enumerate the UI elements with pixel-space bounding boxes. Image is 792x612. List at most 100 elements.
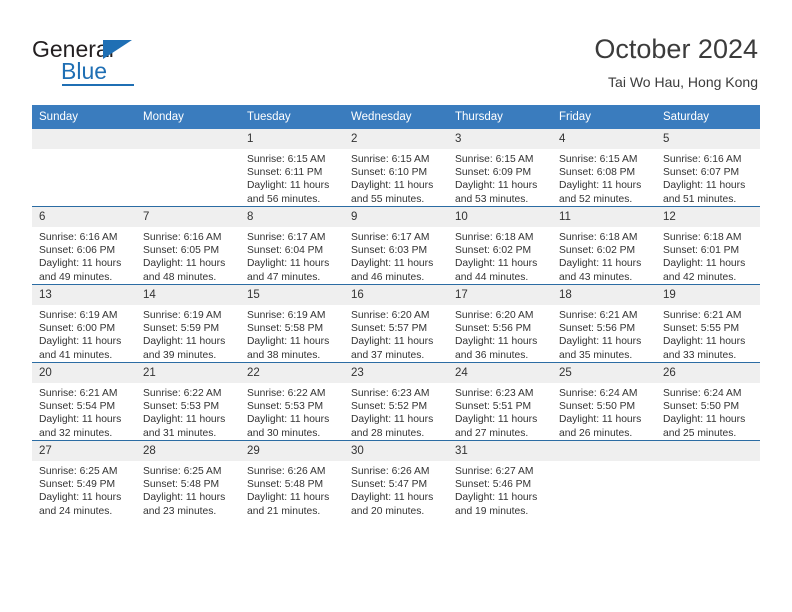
sunrise-text: Sunrise: 6:26 AM — [351, 466, 430, 477]
calendar-day-cell-empty — [32, 129, 136, 207]
sunset-text: Sunset: 6:02 PM — [455, 245, 532, 257]
day-number: 31 — [448, 441, 552, 461]
calendar-week-row: 13 Sunrise: 6:19 AM Sunset: 6:00 PM Dayligh… — [32, 284, 760, 363]
day-details: Sunrise: 6:26 AM Sunset: 5:47 PM Daylight:… — [344, 461, 448, 518]
daylight-text: Daylight: 11 hours and 31 minutes. — [143, 414, 226, 439]
calendar-day-cell[interactable]: 3 Sunrise: 6:15 AM Sunset: 6:09 PM Daylight… — [448, 129, 552, 207]
sunrise-sunset-calendar: Sunday Monday Tuesday Wednesday Thursday… — [32, 105, 760, 518]
sunset-text: Sunset: 6:01 PM — [663, 245, 740, 257]
calendar-day-cell[interactable]: 27 Sunrise: 6:25 AM Sunset: 5:49 PM Dayligh… — [32, 440, 136, 518]
day-number — [552, 441, 656, 461]
title-block: October 2024 Tai Wo Hau, Hong Kong — [594, 32, 758, 91]
sunrise-text: Sunrise: 6:16 AM — [143, 232, 222, 243]
weekday-header-wednesday: Wednesday — [344, 105, 448, 129]
calendar-day-cell[interactable]: 24 Sunrise: 6:23 AM Sunset: 5:51 PM Dayligh… — [448, 362, 552, 441]
sunset-text: Sunset: 6:04 PM — [247, 245, 324, 257]
sunrise-text: Sunrise: 6:25 AM — [143, 466, 222, 477]
day-details: Sunrise: 6:27 AM Sunset: 5:46 PM Daylight:… — [448, 461, 552, 518]
sunset-text: Sunset: 5:53 PM — [247, 401, 324, 413]
sunset-text: Sunset: 5:56 PM — [559, 323, 636, 335]
day-details: Sunrise: 6:18 AM Sunset: 6:02 PM Daylight:… — [448, 227, 552, 284]
day-number: 17 — [448, 285, 552, 305]
sunrise-text: Sunrise: 6:15 AM — [559, 154, 638, 165]
calendar-day-cell[interactable]: 30 Sunrise: 6:26 AM Sunset: 5:47 PM Dayligh… — [344, 440, 448, 518]
day-number: 28 — [136, 441, 240, 461]
calendar-day-cell[interactable]: 16 Sunrise: 6:20 AM Sunset: 5:57 PM Dayligh… — [344, 284, 448, 363]
day-details: Sunrise: 6:15 AM Sunset: 6:10 PM Daylight:… — [344, 149, 448, 206]
day-number: 27 — [32, 441, 136, 461]
calendar-day-cell[interactable]: 28 Sunrise: 6:25 AM Sunset: 5:48 PM Dayligh… — [136, 440, 240, 518]
day-details: Sunrise: 6:21 AM Sunset: 5:55 PM Daylight:… — [656, 305, 760, 362]
calendar-day-cell[interactable]: 13 Sunrise: 6:19 AM Sunset: 6:00 PM Dayligh… — [32, 284, 136, 363]
calendar-day-cell[interactable]: 17 Sunrise: 6:20 AM Sunset: 5:56 PM Dayligh… — [448, 284, 552, 363]
page-header: General Blue October 2024 Tai Wo Hau, Ho… — [0, 0, 792, 104]
calendar-day-cell[interactable]: 18 Sunrise: 6:21 AM Sunset: 5:56 PM Dayligh… — [552, 284, 656, 363]
calendar-day-cell[interactable]: 21 Sunrise: 6:22 AM Sunset: 5:53 PM Dayligh… — [136, 362, 240, 441]
general-blue-logo: General Blue — [32, 36, 212, 88]
calendar-day-cell[interactable]: 10 Sunrise: 6:18 AM Sunset: 6:02 PM Dayligh… — [448, 206, 552, 285]
calendar-week-row: 20 Sunrise: 6:21 AM Sunset: 5:54 PM Dayligh… — [32, 362, 760, 441]
day-details: Sunrise: 6:16 AM Sunset: 6:07 PM Daylight:… — [656, 149, 760, 206]
calendar-page: General Blue October 2024 Tai Wo Hau, Ho… — [0, 0, 792, 612]
daylight-text: Daylight: 11 hours and 30 minutes. — [247, 414, 330, 439]
calendar-day-cell[interactable]: 15 Sunrise: 6:19 AM Sunset: 5:58 PM Dayligh… — [240, 284, 344, 363]
day-details: Sunrise: 6:19 AM Sunset: 5:59 PM Daylight:… — [136, 305, 240, 362]
day-number: 1 — [240, 129, 344, 149]
calendar-day-cell[interactable]: 6 Sunrise: 6:16 AM Sunset: 6:06 PM Daylight… — [32, 206, 136, 285]
day-details: Sunrise: 6:21 AM Sunset: 5:56 PM Daylight:… — [552, 305, 656, 362]
calendar-day-cell[interactable]: 11 Sunrise: 6:18 AM Sunset: 6:02 PM Dayligh… — [552, 206, 656, 285]
calendar-day-cell[interactable]: 31 Sunrise: 6:27 AM Sunset: 5:46 PM Dayligh… — [448, 440, 552, 518]
day-details: Sunrise: 6:17 AM Sunset: 6:03 PM Daylight:… — [344, 227, 448, 284]
sunset-text: Sunset: 5:49 PM — [39, 479, 116, 491]
sunset-text: Sunset: 5:46 PM — [455, 479, 532, 491]
calendar-day-cell[interactable]: 20 Sunrise: 6:21 AM Sunset: 5:54 PM Dayligh… — [32, 362, 136, 441]
calendar-day-cell-empty — [552, 440, 656, 518]
calendar-day-cell[interactable]: 7 Sunrise: 6:16 AM Sunset: 6:05 PM Daylight… — [136, 206, 240, 285]
daylight-text: Daylight: 11 hours and 51 minutes. — [663, 180, 746, 205]
calendar-body: 1 Sunrise: 6:15 AM Sunset: 6:11 PM Daylight… — [32, 129, 760, 518]
calendar-day-cell[interactable]: 26 Sunrise: 6:24 AM Sunset: 5:50 PM Dayligh… — [656, 362, 760, 441]
sunrise-text: Sunrise: 6:15 AM — [247, 154, 326, 165]
day-number: 24 — [448, 363, 552, 383]
calendar-day-cell[interactable]: 25 Sunrise: 6:24 AM Sunset: 5:50 PM Dayligh… — [552, 362, 656, 441]
calendar-day-cell[interactable]: 8 Sunrise: 6:17 AM Sunset: 6:04 PM Daylight… — [240, 206, 344, 285]
sunrise-text: Sunrise: 6:24 AM — [559, 388, 638, 399]
day-details: Sunrise: 6:26 AM Sunset: 5:48 PM Daylight:… — [240, 461, 344, 518]
day-number: 22 — [240, 363, 344, 383]
daylight-text: Daylight: 11 hours and 56 minutes. — [247, 180, 330, 205]
calendar-day-cell[interactable]: 14 Sunrise: 6:19 AM Sunset: 5:59 PM Dayligh… — [136, 284, 240, 363]
sunrise-text: Sunrise: 6:22 AM — [143, 388, 222, 399]
sunrise-text: Sunrise: 6:19 AM — [39, 310, 118, 321]
daylight-text: Daylight: 11 hours and 35 minutes. — [559, 336, 642, 361]
calendar-day-cell[interactable]: 1 Sunrise: 6:15 AM Sunset: 6:11 PM Daylight… — [240, 129, 344, 207]
sunrise-text: Sunrise: 6:17 AM — [351, 232, 430, 243]
calendar-day-cell[interactable]: 29 Sunrise: 6:26 AM Sunset: 5:48 PM Dayligh… — [240, 440, 344, 518]
calendar-day-cell[interactable]: 22 Sunrise: 6:22 AM Sunset: 5:53 PM Dayligh… — [240, 362, 344, 441]
sunrise-text: Sunrise: 6:19 AM — [143, 310, 222, 321]
day-details: Sunrise: 6:22 AM Sunset: 5:53 PM Daylight:… — [240, 383, 344, 440]
weekday-header-monday: Monday — [136, 105, 240, 129]
day-details: Sunrise: 6:23 AM Sunset: 5:51 PM Daylight:… — [448, 383, 552, 440]
daylight-text: Daylight: 11 hours and 48 minutes. — [143, 258, 226, 283]
calendar-day-cell[interactable]: 12 Sunrise: 6:18 AM Sunset: 6:01 PM Dayligh… — [656, 206, 760, 285]
calendar-day-cell[interactable]: 23 Sunrise: 6:23 AM Sunset: 5:52 PM Dayligh… — [344, 362, 448, 441]
calendar-day-cell[interactable]: 2 Sunrise: 6:15 AM Sunset: 6:10 PM Daylight… — [344, 129, 448, 207]
calendar-day-cell[interactable]: 9 Sunrise: 6:17 AM Sunset: 6:03 PM Daylight… — [344, 206, 448, 285]
calendar-day-cell[interactable]: 5 Sunrise: 6:16 AM Sunset: 6:07 PM Daylight… — [656, 129, 760, 207]
day-number: 3 — [448, 129, 552, 149]
day-details: Sunrise: 6:25 AM Sunset: 5:49 PM Daylight:… — [32, 461, 136, 518]
sunrise-text: Sunrise: 6:20 AM — [351, 310, 430, 321]
sunrise-text: Sunrise: 6:17 AM — [247, 232, 326, 243]
sunrise-text: Sunrise: 6:23 AM — [351, 388, 430, 399]
weekday-header-row: Sunday Monday Tuesday Wednesday Thursday… — [32, 105, 760, 129]
sunset-text: Sunset: 5:50 PM — [559, 401, 636, 413]
calendar-day-cell[interactable]: 4 Sunrise: 6:15 AM Sunset: 6:08 PM Daylight… — [552, 129, 656, 207]
day-number: 4 — [552, 129, 656, 149]
day-details: Sunrise: 6:20 AM Sunset: 5:57 PM Daylight:… — [344, 305, 448, 362]
day-details: Sunrise: 6:23 AM Sunset: 5:52 PM Daylight:… — [344, 383, 448, 440]
daylight-text: Daylight: 11 hours and 43 minutes. — [559, 258, 642, 283]
day-number: 20 — [32, 363, 136, 383]
sunrise-text: Sunrise: 6:18 AM — [663, 232, 742, 243]
day-number — [656, 441, 760, 461]
calendar-day-cell[interactable]: 19 Sunrise: 6:21 AM Sunset: 5:55 PM Dayligh… — [656, 284, 760, 363]
